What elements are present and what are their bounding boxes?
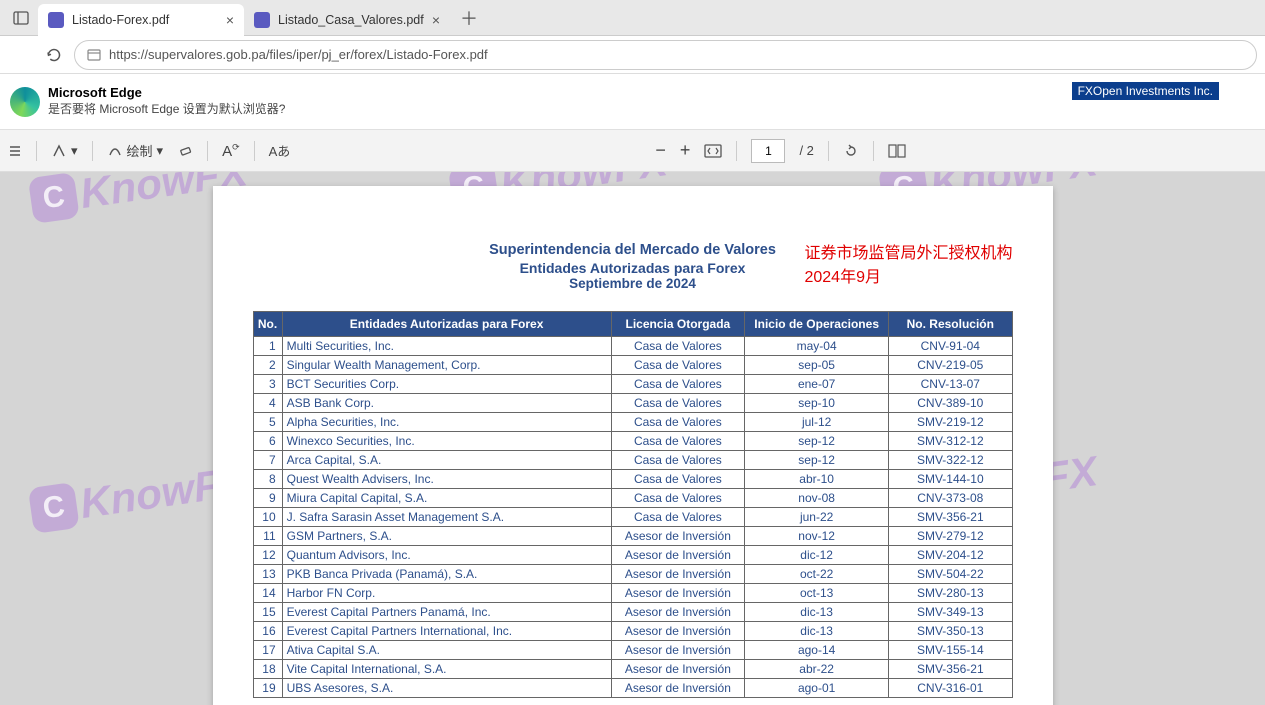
close-tab-button[interactable]: × [226, 12, 234, 28]
edge-prompt-title: Microsoft Edge [48, 85, 285, 100]
fit-page-button[interactable] [704, 144, 722, 158]
table-row: 4ASB Bank Corp.Casa de Valoressep-10CNV-… [253, 394, 1012, 413]
favicon-icon [254, 12, 270, 28]
col-no: No. [253, 312, 282, 337]
url-text: https://supervalores.gob.pa/files/iper/p… [109, 47, 488, 62]
page-number-input[interactable] [751, 139, 785, 163]
table-row: 9Miura Capital Capital, S.A.Casa de Valo… [253, 489, 1012, 508]
chevron-down-icon: ▾ [157, 143, 164, 159]
pdf-toolbar: ▾ 绘制 ▾ A⟳ Aあ − + / 2 [0, 130, 1265, 172]
edge-logo-icon [10, 87, 40, 117]
col-res: No. Resolución [889, 312, 1012, 337]
site-info-icon[interactable] [87, 48, 101, 62]
table-row: 1Multi Securities, Inc.Casa de Valoresma… [253, 337, 1012, 356]
reload-button[interactable] [42, 43, 66, 67]
table-row: 5Alpha Securities, Inc.Casa de Valoresju… [253, 413, 1012, 432]
favicon-icon [48, 12, 64, 28]
table-row: 11GSM Partners, S.A.Asesor de Inversiónn… [253, 527, 1012, 546]
rotate-button[interactable] [843, 143, 859, 159]
toc-button[interactable] [8, 144, 22, 158]
tab-title: Listado_Casa_Valores.pdf [278, 13, 424, 27]
browser-tab[interactable]: Listado-Forex.pdf × [38, 4, 244, 36]
table-row: 8Quest Wealth Advisers, Inc.Casa de Valo… [253, 470, 1012, 489]
table-row: 7Arca Capital, S.A.Casa de Valoressep-12… [253, 451, 1012, 470]
table-row: 16Everest Capital Partners International… [253, 622, 1012, 641]
table-row: 19UBS Asesores, S.A.Asesor de Inversióna… [253, 679, 1012, 698]
zoom-in-button[interactable]: + [680, 140, 691, 161]
table-row: 14Harbor FN Corp.Asesor de Inversiónoct-… [253, 584, 1012, 603]
url-input[interactable]: https://supervalores.gob.pa/files/iper/p… [74, 40, 1257, 70]
table-row: 17Ativa Capital S.A.Asesor de Inversióna… [253, 641, 1012, 660]
pdf-page: 证券市场监管局外汇授权机构 2024年9月 Superintendencia d… [213, 186, 1053, 705]
table-row: 15Everest Capital Partners Panamá, Inc.A… [253, 603, 1012, 622]
zoom-out-button[interactable]: − [655, 140, 666, 161]
url-bar-row: https://supervalores.gob.pa/files/iper/p… [0, 36, 1265, 74]
annotation-text: 证券市场监管局外汇授权机构 2024年9月 [804, 242, 1012, 290]
draw-button[interactable]: 绘制 ▾ [107, 141, 164, 160]
page-total: / 2 [799, 143, 813, 158]
table-row: 12Quantum Advisors, Inc.Asesor de Invers… [253, 546, 1012, 565]
table-row: 18Vite Capital International, S.A.Asesor… [253, 660, 1012, 679]
col-license: Licencia Otorgada [611, 312, 745, 337]
tab-title: Listado-Forex.pdf [72, 13, 218, 27]
table-row: 10J. Safra Sarasin Asset Management S.A.… [253, 508, 1012, 527]
entities-table: No. Entidades Autorizadas para Forex Lic… [253, 311, 1013, 698]
table-row: 6Winexco Securities, Inc.Casa de Valores… [253, 432, 1012, 451]
text-size-button[interactable]: A⟳ [222, 142, 240, 160]
page-view-button[interactable] [888, 144, 906, 158]
draw-label: 绘制 [127, 141, 153, 160]
table-row: 3BCT Securities Corp.Casa de Valoresene-… [253, 375, 1012, 394]
edge-default-prompt: Microsoft Edge 是否要将 Microsoft Edge 设置为默认… [0, 74, 1265, 130]
col-start: Inicio de Operaciones [745, 312, 889, 337]
table-row: 13PKB Banca Privada (Panamá), S.A.Asesor… [253, 565, 1012, 584]
tab-strip: Listado-Forex.pdf×Listado_Casa_Valores.p… [0, 0, 1265, 36]
read-aloud-button[interactable]: Aあ [269, 141, 291, 160]
chevron-down-icon: ▾ [71, 143, 78, 159]
highlight-button[interactable]: ▾ [51, 143, 78, 159]
selected-text-badge: FXOpen Investments Inc. [1072, 82, 1219, 100]
pdf-viewport[interactable]: CKnowFX CKnowFX CKnowFX CKnowFX CKnowFX … [0, 172, 1265, 705]
browser-tab[interactable]: Listado_Casa_Valores.pdf × [244, 4, 450, 36]
edge-prompt-question: 是否要将 Microsoft Edge 设置为默认浏览器? [48, 102, 285, 116]
close-tab-button[interactable]: × [432, 12, 440, 28]
tab-actions-button[interactable] [8, 5, 34, 31]
table-row: 2Singular Wealth Management, Corp.Casa d… [253, 356, 1012, 375]
erase-button[interactable] [177, 143, 193, 159]
col-entity: Entidades Autorizadas para Forex [282, 312, 611, 337]
new-tab-button[interactable]: ＋ [450, 5, 488, 31]
